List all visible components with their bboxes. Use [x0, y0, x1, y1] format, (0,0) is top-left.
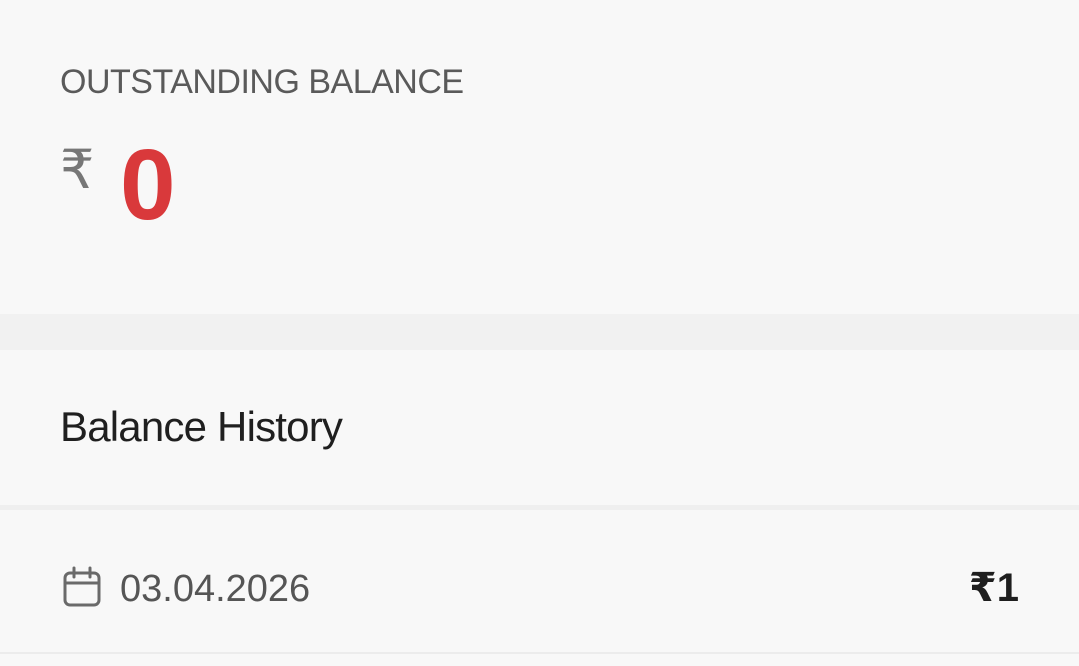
- balance-history-header: Balance History: [0, 350, 1079, 505]
- history-item-amount: ₹1: [968, 566, 1019, 610]
- balance-label: OUTSTANDING BALANCE: [60, 63, 464, 101]
- outstanding-balance-screen: OUTSTANDING BALANCE ₹ 0 Balance History …: [0, 0, 1079, 666]
- balance-history-title: Balance History: [60, 403, 343, 450]
- balance-card: OUTSTANDING BALANCE ₹ 0: [0, 0, 1079, 314]
- currency-symbol: ₹: [60, 140, 95, 200]
- history-list-item[interactable]: 03.04.2026 ₹1: [0, 510, 1079, 652]
- calendar-icon: [63, 566, 101, 607]
- history-item-date: 03.04.2026: [120, 568, 311, 610]
- section-separator: [0, 314, 1079, 350]
- balance-amount: 0: [120, 129, 176, 241]
- divider: [0, 652, 1079, 654]
